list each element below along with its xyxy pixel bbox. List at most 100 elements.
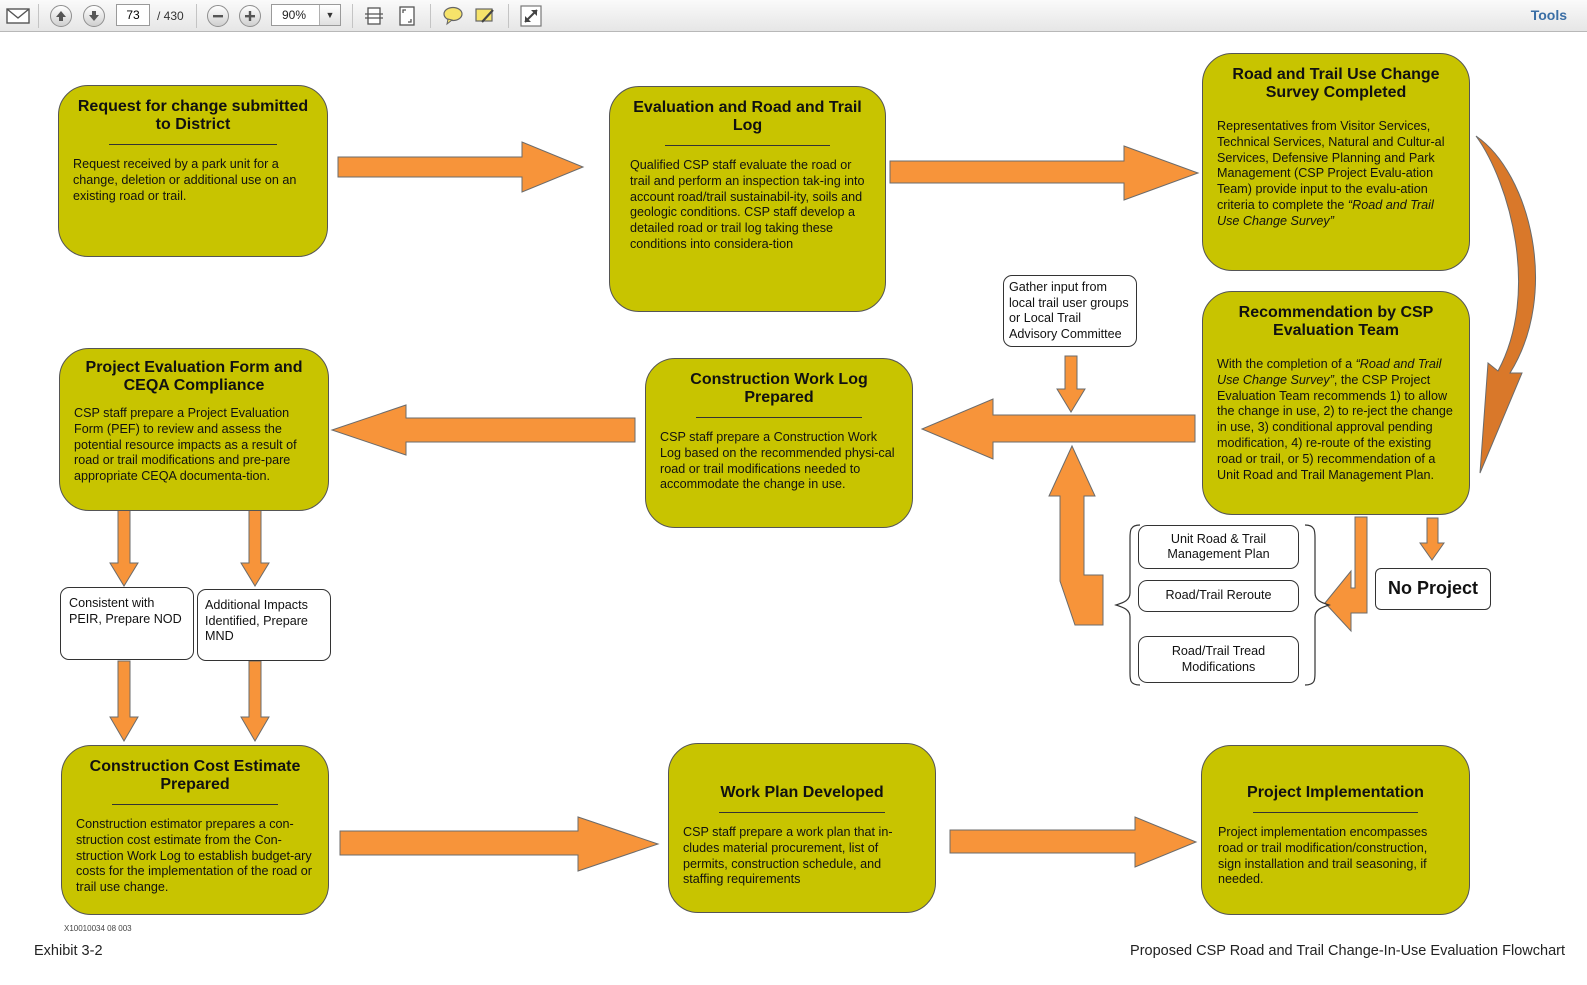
no-project-box: No Project [1375,568,1491,610]
consistent-text: Consistent with PEIR, Prepare NOD [69,596,182,626]
evaluation-box: Evaluation and Road and Trail Log Qualif… [609,86,886,312]
arrow-projecteval-down-right [240,509,270,587]
recommendation-body: With the completion of a “Road and Trail… [1217,357,1455,483]
divider [665,145,830,146]
work-plan-body: CSP staff prepare a work plan that in-cl… [683,825,893,887]
implementation-body: Project implementation encompasses road … [1218,825,1428,887]
toolbar-separator [430,4,431,28]
figure-code: X10010034 08 003 [64,924,132,933]
expand-icon [520,5,542,27]
divider [695,417,863,418]
divider [109,144,277,145]
viewer-toolbar: / 430 90% ▼ Tools [0,0,1587,32]
construction-log-title: Construction Work Log Prepared [690,371,868,406]
speech-bubble-icon [443,6,463,26]
zoom-in-button[interactable] [238,4,262,28]
chevron-down-icon[interactable]: ▼ [319,5,340,25]
toolbar-separator [508,4,509,28]
arrow-worklog-to-projecteval [330,404,636,456]
arrow-projecteval-down-left [109,509,139,587]
arrow-recommendation-to-options [1324,516,1368,633]
cost-estimate-title: Construction Cost Estimate Prepared [89,758,301,793]
toolbar-separator [38,4,39,28]
recommendation-box: Recommendation by CSP Evaluation Team Wi… [1202,291,1470,515]
arrow-recommendation-to-worklog [920,398,1196,460]
additional-text: Additional Impacts Identified, Prepare M… [205,598,308,643]
request-title: Request for change submitted to District [77,98,309,133]
comment-button[interactable] [441,4,465,28]
previous-page-button[interactable] [49,4,73,28]
arrow-up-icon [50,5,72,27]
toolbar-separator [196,4,197,28]
recommendation-title: Recommendation by CSP Evaluation Team [1238,304,1434,339]
survey-title: Road and Trail Use Change Survey Complet… [1232,66,1440,101]
arrow-to-noproject [1419,517,1445,561]
divider [718,812,886,813]
additional-box: Additional Impacts Identified, Prepare M… [197,589,331,661]
option-reroute-text: Road/Trail Reroute [1165,588,1272,603]
arrow-additional-down [240,660,270,742]
page-total: / 430 [157,9,184,23]
evaluation-title: Evaluation and Road and Trail Log [633,99,862,134]
envelope-icon [6,8,30,24]
gather-input-text: Gather input from local trail user group… [1009,280,1129,341]
document-page: Request for change submitted to District… [0,33,1587,985]
implementation-title: Project Implementation [1247,784,1424,801]
consistent-box: Consistent with PEIR, Prepare NOD [60,587,194,660]
divider [111,804,279,805]
fit-width-icon [365,7,383,25]
zoom-out-button[interactable] [206,4,230,28]
no-project-text: No Project [1387,578,1479,599]
survey-body: Representatives from Visitor Services, T… [1217,119,1455,230]
option-tread-modifications: Road/Trail Tread Modifications [1138,636,1299,683]
arrow-workplan-to-implementation [949,816,1198,868]
option-reroute: Road/Trail Reroute [1138,580,1299,612]
options-brace-right [1304,524,1331,686]
gather-input-box: Gather input from local trail user group… [1003,275,1137,347]
zoom-select[interactable]: 90% ▼ [271,4,341,26]
survey-box: Road and Trail Use Change Survey Complet… [1202,53,1470,271]
fit-width-button[interactable] [362,4,386,28]
cost-estimate-box: Construction Cost Estimate Prepared Cons… [61,745,329,915]
plus-icon [239,5,261,27]
curved-arrow-survey-to-recommendation [1475,135,1537,474]
option-unit-plan-text: Unit Road & Trail Management Plan [1167,531,1270,562]
construction-log-body: CSP staff prepare a Construction Work Lo… [660,430,895,492]
recommendation-body-end: , the CSP Project Evaluation Team recomm… [1217,372,1453,482]
fit-page-button[interactable] [395,4,419,28]
arrow-options-up [1048,444,1104,626]
next-page-button[interactable] [82,4,106,28]
zoom-value: 90% [282,8,307,22]
option-unit-plan: Unit Road & Trail Management Plan [1138,525,1299,569]
options-brace-left [1114,524,1141,686]
figure-caption: Proposed CSP Road and Trail Change-In-Us… [1130,943,1565,959]
arrow-evaluation-to-survey [889,145,1200,201]
email-button[interactable] [4,4,32,28]
construction-log-box: Construction Work Log Prepared CSP staff… [645,358,913,528]
option-tread-text: Road/Trail Tread Modifications [1171,644,1266,674]
project-eval-box: Project Evaluation Form and CEQA Complia… [59,348,329,511]
project-eval-body: CSP staff prepare a Project Evaluation F… [74,406,297,484]
project-eval-title: Project Evaluation Form and CEQA Complia… [85,359,303,394]
toolbar-separator [352,4,353,28]
cost-estimate-body: Construction estimator prepares a con-st… [76,817,312,895]
tools-link[interactable]: Tools [1531,7,1567,23]
arrow-gather-down [1056,355,1086,413]
highlighter-icon [475,8,494,23]
evaluation-body: Qualified CSP staff evaluate the road or… [630,158,865,251]
page-number-input[interactable] [116,4,150,26]
fit-page-icon [399,6,415,26]
exhibit-label: Exhibit 3-2 [34,943,103,959]
highlight-button[interactable] [473,4,497,28]
minus-icon [207,5,229,27]
arrow-cost-to-workplan [339,816,660,872]
expand-button[interactable] [519,4,543,28]
work-plan-box: Work Plan Developed CSP staff prepare a … [668,743,936,913]
recommendation-body-start: With the completion of a [1217,357,1353,371]
arrow-consistent-down [109,660,139,742]
implementation-box: Project Implementation Project implement… [1201,745,1470,915]
divider [1253,812,1418,813]
arrow-request-to-evaluation [337,141,585,193]
work-plan-title: Work Plan Developed [720,784,884,801]
request-box: Request for change submitted to District… [58,85,328,257]
